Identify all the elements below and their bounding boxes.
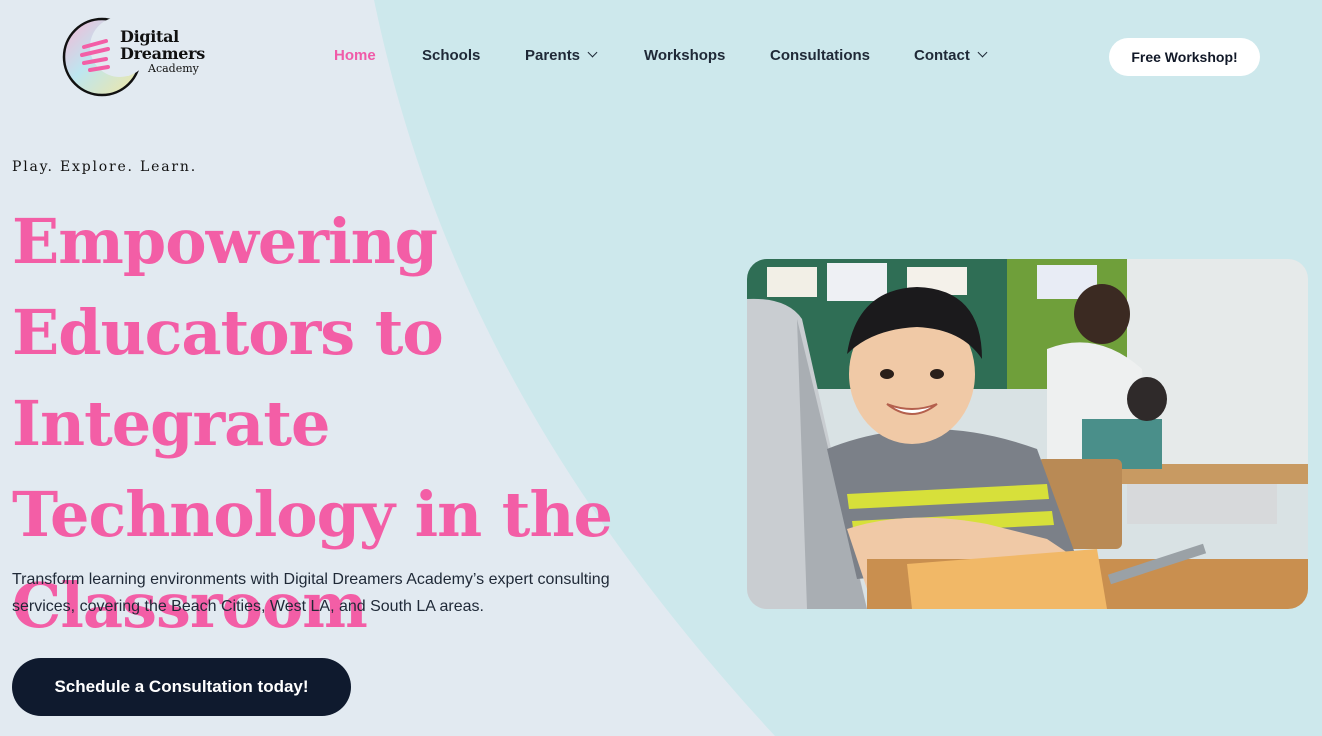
hero-description: Transform learning environments with Dig… — [12, 571, 610, 615]
nav-item-label: Schools — [422, 47, 481, 64]
hero-tagline: Play. Explore. Learn. — [12, 159, 197, 175]
hero-photo — [747, 259, 1308, 609]
classroom-photo-illustration — [747, 259, 1308, 609]
nav-item-label: Contact — [914, 47, 970, 64]
free-workshop-button[interactable]: Free Workshop! — [1109, 38, 1260, 76]
logo-line-academy: Academy — [148, 62, 199, 75]
nav-item-label: Parents — [525, 47, 581, 64]
nav-item-workshops[interactable]: Workshops — [644, 47, 725, 64]
chevron-down-icon — [977, 47, 988, 58]
nav-item-contact[interactable]: Contact — [914, 47, 988, 64]
logo-wordmark: Digital Dreamers Academy — [120, 27, 205, 75]
nav-item-label: Consultations — [770, 47, 870, 64]
nav-item-parents[interactable]: Parents — [525, 47, 598, 64]
nav-item-label: Workshops — [644, 47, 726, 64]
nav-item-label: Home — [334, 47, 376, 64]
logo-line-digital: Digital — [120, 27, 179, 46]
schedule-consultation-button[interactable]: Schedule a Consultation today! — [12, 658, 351, 716]
site-logo[interactable]: Digital Dreamers Academy — [62, 17, 212, 99]
logo-line-dreamers: Dreamers — [120, 44, 205, 63]
nav-item-consultations[interactable]: Consultations — [770, 47, 870, 64]
nav-item-home[interactable]: Home — [334, 47, 376, 64]
nav-item-schools[interactable]: Schools — [422, 47, 480, 64]
chevron-down-icon — [587, 47, 598, 58]
